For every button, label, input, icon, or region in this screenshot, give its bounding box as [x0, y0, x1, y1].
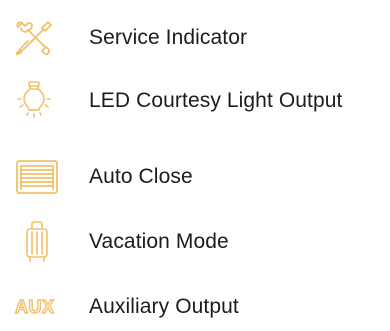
wrench-screwdriver-icon	[14, 14, 72, 62]
feature-list: Service Indicator LED Courtesy Light Out…	[0, 0, 390, 324]
garage-door-icon	[14, 153, 72, 201]
feature-label: LED Courtesy Light Output	[89, 89, 343, 112]
feature-item-auxiliary-output: AUX Auxiliary Output	[14, 290, 386, 324]
feature-item-vacation-mode: Vacation Mode	[14, 218, 386, 266]
feature-label: Service Indicator	[89, 26, 248, 49]
feature-item-auto-close: Auto Close	[14, 153, 386, 201]
feature-label: Auto Close	[89, 165, 193, 188]
aux-icon-text: AUX	[15, 297, 55, 317]
feature-item-led-courtesy-light: LED Courtesy Light Output	[14, 77, 386, 125]
light-bulb-icon	[14, 77, 72, 125]
feature-item-service-indicator: Service Indicator	[14, 14, 386, 62]
feature-label: Vacation Mode	[89, 230, 229, 253]
suitcase-icon	[14, 218, 72, 266]
feature-label: Auxiliary Output	[89, 295, 239, 318]
